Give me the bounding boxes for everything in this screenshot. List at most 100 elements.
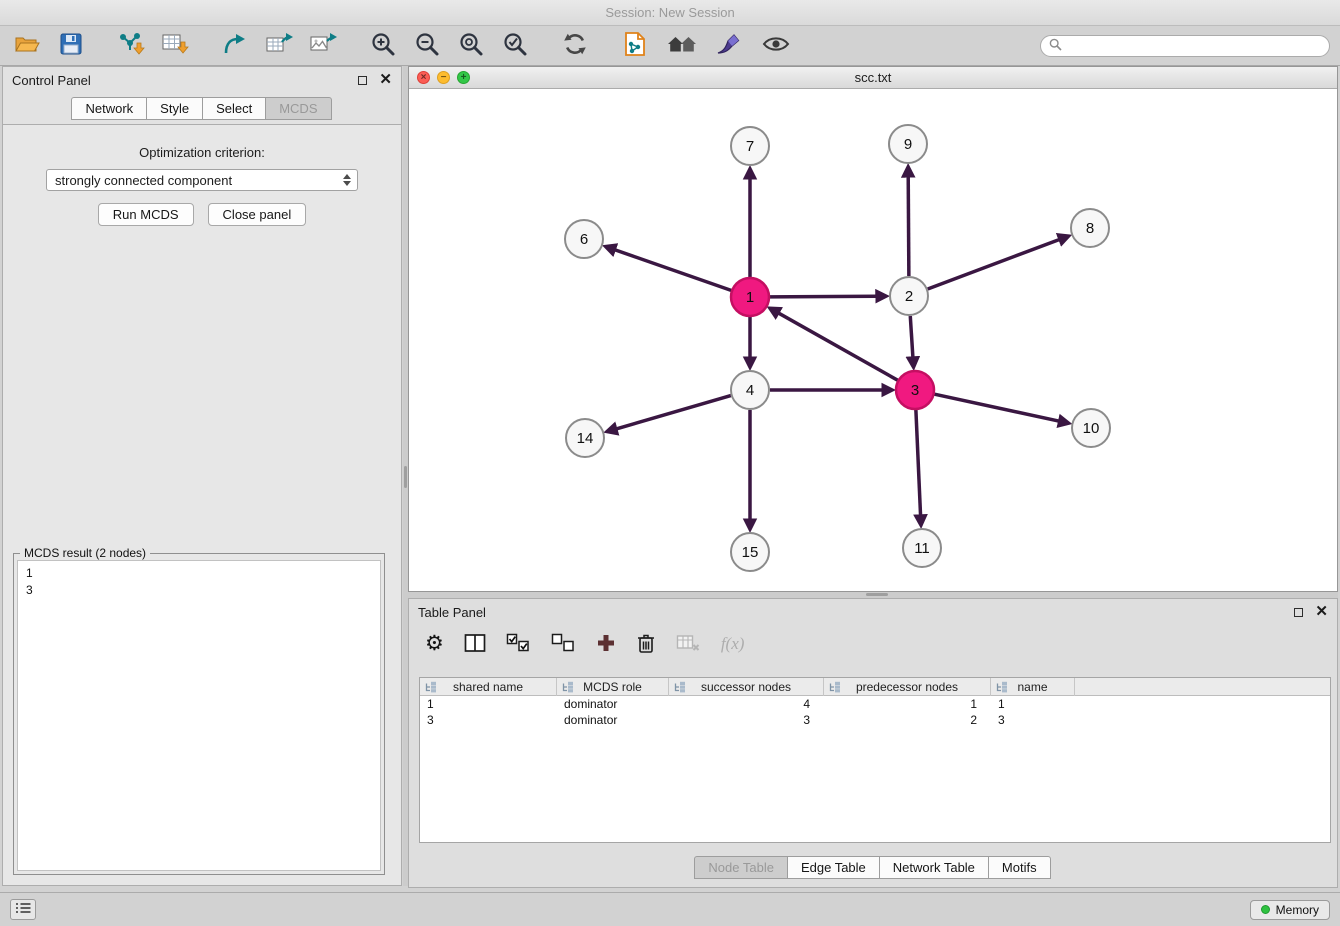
- tab-node-table[interactable]: Node Table: [694, 856, 788, 879]
- show-details-button[interactable]: [759, 30, 793, 62]
- zoom-selected-button[interactable]: [498, 30, 532, 62]
- graph-node-label: 7: [746, 138, 754, 155]
- export-image-button[interactable]: [306, 30, 340, 62]
- table-cell[interactable]: dominator: [557, 712, 669, 728]
- control-panel: Control Panel ✕ NetworkStyleSelectMCDS O…: [2, 66, 402, 886]
- import-network-button[interactable]: [114, 30, 148, 62]
- column-header-predecessor-nodes[interactable]: predecessor nodes: [824, 678, 991, 696]
- search-field[interactable]: [1040, 35, 1330, 57]
- close-panel-icon[interactable]: ✕: [379, 75, 392, 85]
- graph-node-label: 3: [911, 382, 919, 399]
- graph-node-label: 4: [746, 382, 754, 399]
- import-table-icon: [161, 31, 189, 60]
- graph-node-label: 2: [905, 288, 913, 305]
- close-panel-button[interactable]: Close panel: [208, 203, 307, 226]
- column-header-mcds-role[interactable]: MCDS role: [557, 678, 669, 696]
- graph-edge-4-14[interactable]: [617, 396, 731, 429]
- graph-edge-2-8[interactable]: [928, 240, 1059, 289]
- status-menu-button[interactable]: [10, 899, 36, 920]
- show-columns-icon[interactable]: [464, 633, 486, 656]
- table-panel-header: Table Panel ✕: [409, 599, 1337, 625]
- table-toolbar: ⚙ f(x): [409, 627, 1337, 661]
- mcds-tab-content: Optimization criterion: strongly connect…: [3, 124, 401, 885]
- graph-edge-3-10[interactable]: [935, 394, 1059, 421]
- save-floppy-icon: [59, 32, 83, 59]
- float-table-panel-icon[interactable]: [1294, 608, 1303, 617]
- table-cell[interactable]: 1: [991, 696, 1075, 712]
- network-canvas[interactable]: 7968124310141511: [409, 89, 1337, 591]
- close-window-icon[interactable]: ×: [417, 71, 430, 84]
- zoom-in-icon: [370, 31, 396, 60]
- import-table-button[interactable]: [158, 30, 192, 62]
- network-window-titlebar[interactable]: × − + scc.txt: [409, 67, 1337, 89]
- zoom-in-button[interactable]: [366, 30, 400, 62]
- open-session-button[interactable]: [10, 30, 44, 62]
- tab-edge-table[interactable]: Edge Table: [787, 856, 880, 879]
- delete-column-icon[interactable]: [636, 632, 656, 657]
- tab-mcds[interactable]: MCDS: [265, 97, 331, 120]
- table-cell[interactable]: dominator: [557, 696, 669, 712]
- mcds-result-group: MCDS result (2 nodes) 13: [13, 553, 385, 875]
- export-network-icon: [222, 32, 248, 59]
- tab-select[interactable]: Select: [202, 97, 266, 120]
- graph-edge-3-1[interactable]: [779, 313, 898, 380]
- column-header-successor-nodes[interactable]: successor nodes: [669, 678, 824, 696]
- tab-network[interactable]: Network: [71, 97, 147, 120]
- table-cell[interactable]: 3: [669, 712, 824, 728]
- table-cell[interactable]: 2: [824, 712, 991, 728]
- select-all-columns-icon[interactable]: [506, 633, 531, 656]
- memory-button[interactable]: Memory: [1250, 900, 1330, 920]
- table-settings-gear-icon[interactable]: ⚙: [425, 633, 444, 655]
- mcds-result-list[interactable]: 13: [17, 560, 381, 871]
- minimize-window-icon[interactable]: −: [437, 71, 450, 84]
- apply-style-button[interactable]: [712, 30, 746, 62]
- table-cell[interactable]: 4: [669, 696, 824, 712]
- graph-edge-3-11[interactable]: [916, 410, 921, 515]
- table-cell[interactable]: 1: [824, 696, 991, 712]
- column-header-shared-name[interactable]: shared name: [420, 678, 557, 696]
- float-panel-icon[interactable]: [358, 76, 367, 85]
- graph-node-label: 15: [742, 544, 759, 561]
- table-cell[interactable]: 1: [420, 696, 557, 712]
- table-row[interactable]: 3dominator323: [420, 712, 1330, 728]
- tab-style[interactable]: Style: [146, 97, 203, 120]
- main-toolbar: [0, 26, 1340, 66]
- tab-motifs[interactable]: Motifs: [988, 856, 1051, 879]
- table-row[interactable]: 1dominator411: [420, 696, 1330, 712]
- search-input[interactable]: [1067, 38, 1321, 54]
- close-table-panel-icon[interactable]: ✕: [1315, 607, 1328, 617]
- export-network-button[interactable]: [218, 30, 252, 62]
- table-cell[interactable]: 3: [991, 712, 1075, 728]
- zoom-out-button[interactable]: [410, 30, 444, 62]
- refresh-layout-button[interactable]: [558, 30, 592, 62]
- graph-node-label: 6: [580, 231, 588, 248]
- maximize-window-icon[interactable]: +: [457, 71, 470, 84]
- network-overview-button[interactable]: [665, 30, 699, 62]
- save-session-button[interactable]: [54, 30, 88, 62]
- graph-node-label: 1: [746, 289, 754, 306]
- node-table: shared name MCDS rolesuccessor nodesprede…: [419, 677, 1331, 843]
- run-mcds-button[interactable]: Run MCDS: [98, 203, 194, 226]
- column-header-label: shared name: [453, 680, 523, 694]
- graph-edge-1-2[interactable]: [770, 296, 876, 297]
- status-bar: Memory: [0, 892, 1340, 926]
- mcds-result-line: 3: [26, 582, 372, 599]
- tab-network-table[interactable]: Network Table: [879, 856, 989, 879]
- optimization-criterion-select[interactable]: strongly connected component: [46, 169, 358, 191]
- control-panel-title: Control Panel: [12, 73, 91, 88]
- graph-node-label: 11: [914, 540, 930, 557]
- graph-edge-1-6[interactable]: [615, 250, 731, 291]
- deselect-all-columns-icon[interactable]: [551, 633, 576, 656]
- table-cell[interactable]: 3: [420, 712, 557, 728]
- graph-edge-2-9[interactable]: [908, 177, 909, 276]
- houses-icon: [666, 32, 698, 59]
- window-title: Session: New Session: [0, 0, 1340, 26]
- graph-edge-2-3[interactable]: [910, 316, 913, 357]
- table-panel-tabs: Node TableEdge TableNetwork TableMotifs: [409, 856, 1337, 879]
- export-table-button[interactable]: [262, 30, 296, 62]
- column-header-label: name: [1017, 680, 1047, 694]
- zoom-fit-button[interactable]: [454, 30, 488, 62]
- first-neighbors-button[interactable]: [618, 30, 652, 62]
- add-column-icon[interactable]: [596, 633, 616, 656]
- column-header-name[interactable]: name: [991, 678, 1075, 696]
